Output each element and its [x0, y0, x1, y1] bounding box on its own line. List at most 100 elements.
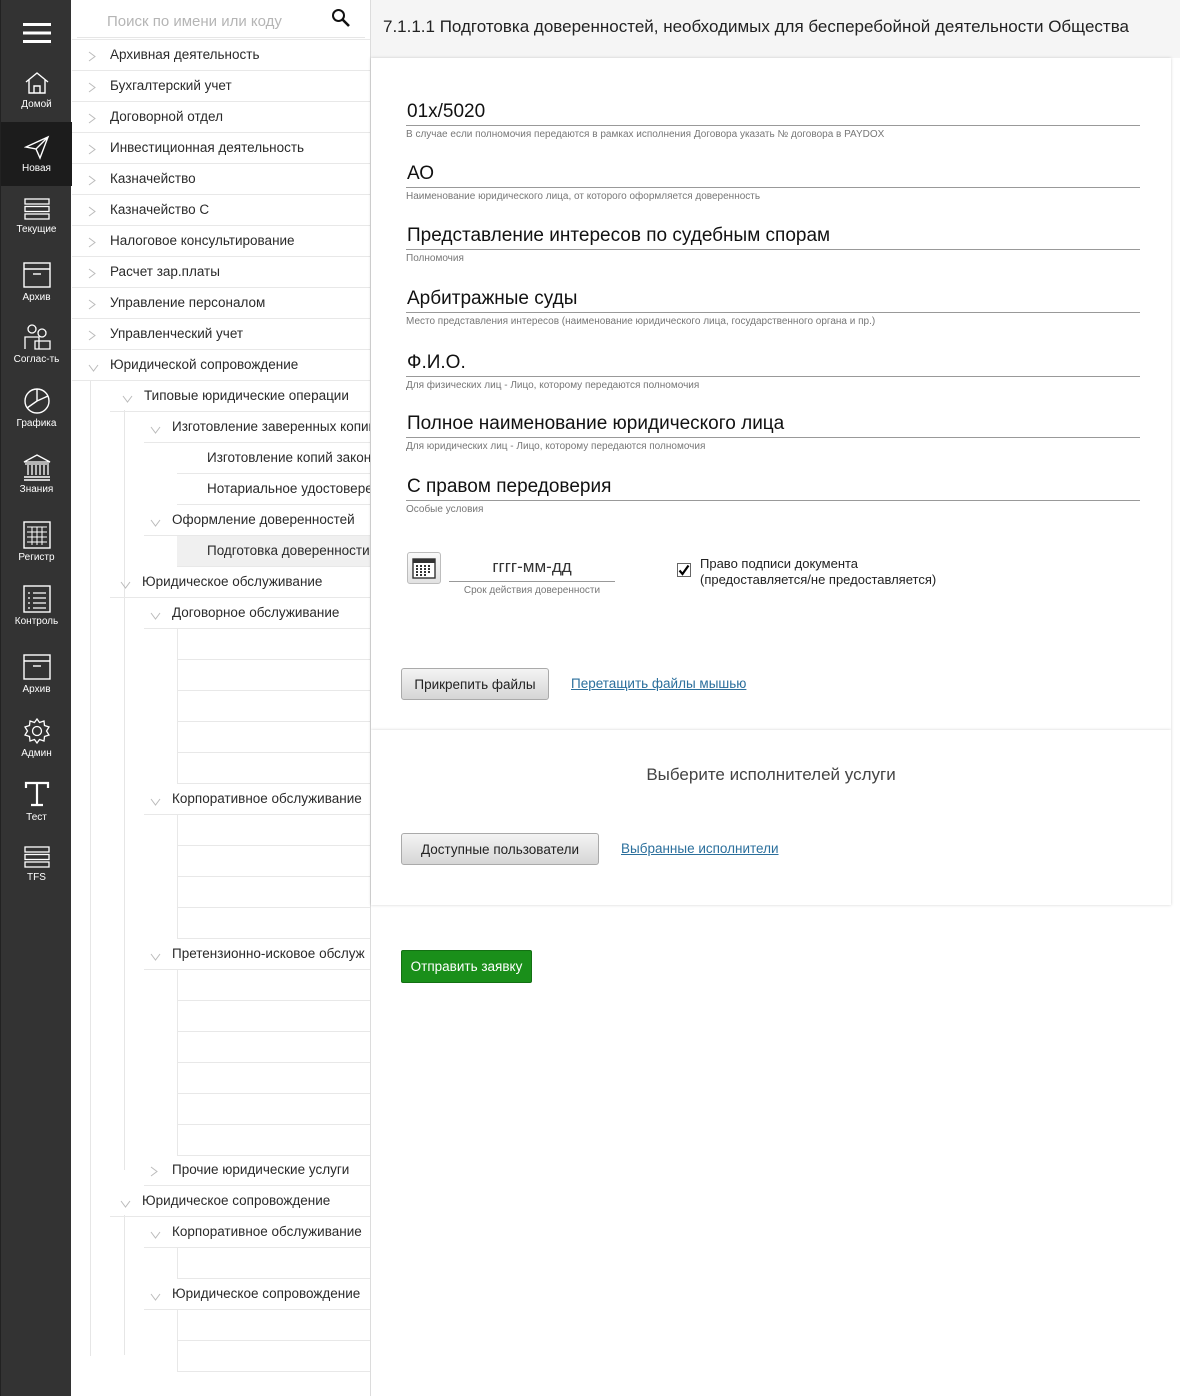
chevron-down-icon[interactable]	[150, 1289, 161, 1304]
legal-entity-value[interactable]: АО	[406, 160, 1140, 188]
chevron-right-icon[interactable]	[88, 267, 96, 282]
tree-node[interactable]: Договорной отдел	[72, 102, 370, 133]
gear-icon	[23, 717, 50, 745]
rail-item-label: Графика	[16, 418, 57, 429]
chevron-right-icon[interactable]	[150, 1165, 158, 1180]
tree-node[interactable]: Казначейство С	[72, 195, 370, 226]
legal-entity-name-field[interactable]: Полное наименование юридического лица Дл…	[406, 410, 1140, 452]
chevron-down-icon[interactable]	[122, 391, 133, 406]
search-box	[77, 4, 365, 38]
selected-executors-link[interactable]: Выбранные исполнители	[621, 841, 779, 856]
representation-place-field[interactable]: Арбитражные суды Место представления инт…	[406, 285, 1140, 327]
signing-right-checkbox[interactable]	[677, 563, 691, 577]
tree-node[interactable]: Прочие юридические услуги	[144, 1155, 370, 1186]
tree-node-label: Прочие юридические услуги	[172, 1162, 350, 1177]
tree-node[interactable]: Изготовление копий закон	[177, 443, 370, 474]
legal-entity-name-value[interactable]: Полное наименование юридического лица	[406, 410, 1140, 438]
rail-item-archive[interactable]: Архив	[1, 250, 72, 314]
chevron-right-icon[interactable]	[88, 329, 96, 344]
drag-files-link[interactable]: Перетащить файлы мышью	[571, 676, 746, 691]
tree-node-label: Юридическое сопровождение	[142, 1193, 331, 1208]
attach-files-button[interactable]: Прикрепить файлы	[401, 668, 549, 700]
tree-node[interactable]: Договорное обслуживание	[144, 598, 370, 629]
rail-item-archive-2[interactable]: Архив	[1, 642, 72, 706]
special-conditions-field[interactable]: С правом передоверия Особые условия	[406, 473, 1140, 515]
tree-node[interactable]: Оформление доверенностей	[144, 505, 370, 536]
rail-item-registry[interactable]: Регистр	[1, 510, 72, 574]
tree-node[interactable]: Управление персоналом	[72, 288, 370, 319]
chevron-right-icon[interactable]	[88, 298, 96, 313]
tree-node[interactable]: Казначейство	[72, 164, 370, 195]
chevron-right-icon[interactable]	[88, 50, 96, 65]
tree-node[interactable]: Претензионно-исковое обслуж	[144, 939, 370, 970]
rail-item-control[interactable]: Контроль	[1, 574, 72, 638]
tree-node-label: Претензионно-исковое обслуж	[172, 946, 365, 961]
search-icon	[332, 9, 350, 27]
person-name-field[interactable]: Ф.И.О. Для физических лиц - Лицо, которо…	[406, 349, 1140, 391]
chevron-right-icon[interactable]	[88, 81, 96, 96]
powers-value[interactable]: Представление интересов по судебным спор…	[406, 222, 1140, 250]
tree-node[interactable]: Инвестиционная деятельность	[72, 133, 370, 164]
tree-node[interactable]: Юридическое обслуживание	[110, 567, 370, 598]
chevron-right-icon[interactable]	[88, 143, 96, 158]
chevron-down-icon[interactable]	[150, 949, 161, 964]
tree-node[interactable]: Управленческий учет	[72, 319, 370, 350]
rail-item-current[interactable]: Текущие	[1, 184, 72, 248]
tree-node[interactable]: Изготовление заверенных копий	[144, 412, 370, 443]
page-title: 7.1.1.1 Подготовка доверенностей, необхо…	[383, 17, 1129, 36]
tree-node[interactable]: Юридическое сопровождение	[144, 1279, 370, 1310]
chevron-down-icon[interactable]	[150, 422, 161, 437]
legal-entity-field[interactable]: АО Наименование юридического лица, от ко…	[406, 160, 1140, 202]
chevron-right-icon[interactable]	[88, 174, 96, 189]
checkbox-box[interactable]	[677, 563, 691, 577]
tree-node[interactable]: Архивная деятельность	[72, 40, 370, 71]
tree-node[interactable]: Бухгалтерский учет	[72, 71, 370, 102]
tree-node-label: Управленческий учет	[110, 326, 244, 341]
contract-number-field[interactable]: 01х/5020 В случае если полномочия переда…	[406, 98, 1140, 140]
chevron-down-icon[interactable]	[150, 794, 161, 809]
tree-node-label: Расчет зар.платы	[110, 264, 220, 279]
powers-field[interactable]: Представление интересов по судебным спор…	[406, 222, 1140, 264]
chevron-down-icon[interactable]	[150, 608, 161, 623]
chevron-down-icon[interactable]	[88, 360, 99, 375]
validity-date-hint: Срок действия доверенности	[463, 585, 601, 596]
tree-node[interactable]: Юридическое сопровождение	[110, 1186, 370, 1217]
chevron-down-icon[interactable]	[120, 1196, 131, 1211]
validity-date-input[interactable]	[449, 552, 615, 582]
rail-item-new[interactable]: Новая	[1, 122, 72, 186]
tree-empty-row	[177, 660, 370, 691]
tree-node[interactable]: Расчет зар.платы	[72, 257, 370, 288]
submit-request-button[interactable]: Отправить заявку	[401, 950, 532, 983]
rail-item-tfs[interactable]: TFS	[1, 832, 72, 896]
rail-item-admin[interactable]: Админ	[1, 706, 72, 770]
tree-node[interactable]: Корпоративное обслуживание	[144, 784, 370, 815]
representation-place-value[interactable]: Арбитражные суды	[406, 285, 1140, 313]
rail-item-approval[interactable]: Соглас-ть	[1, 312, 72, 376]
chevron-right-icon[interactable]	[88, 236, 96, 251]
search-button[interactable]	[331, 8, 351, 33]
grid-icon	[22, 521, 51, 549]
tree-node[interactable]: Типовые юридические операции	[110, 381, 370, 412]
available-users-button[interactable]: Доступные пользователи	[401, 833, 599, 865]
rail-item-knowledge[interactable]: Знания	[1, 442, 72, 506]
tree-node[interactable]: Корпоративное обслуживание	[144, 1217, 370, 1248]
person-name-value[interactable]: Ф.И.О.	[406, 349, 1140, 377]
chevron-down-icon[interactable]	[150, 515, 161, 530]
tree-node[interactable]: Нотариальное удостоверен	[177, 474, 370, 505]
search-input[interactable]	[107, 10, 327, 32]
rail-item-test[interactable]: Тест	[1, 770, 72, 834]
chevron-down-icon[interactable]	[120, 577, 131, 592]
chevron-right-icon[interactable]	[88, 205, 96, 220]
tree-node[interactable]: Юридической сопровождение	[72, 350, 370, 381]
rail-item-home[interactable]: Домой	[1, 58, 72, 122]
special-conditions-value[interactable]: С правом передоверия	[406, 473, 1140, 501]
tree-node[interactable]: Подготовка доверенности	[177, 536, 370, 567]
chevron-right-icon[interactable]	[88, 112, 96, 127]
calendar-button[interactable]	[407, 552, 441, 584]
tree-node[interactable]: Налоговое консультирование	[72, 226, 370, 257]
contract-number-value[interactable]: 01х/5020	[406, 98, 1140, 126]
hamburger-menu-button[interactable]	[1, 8, 72, 58]
tree-empty-row	[177, 1125, 370, 1156]
chevron-down-icon[interactable]	[150, 1227, 161, 1242]
rail-item-graphics[interactable]: Графика	[1, 376, 72, 440]
